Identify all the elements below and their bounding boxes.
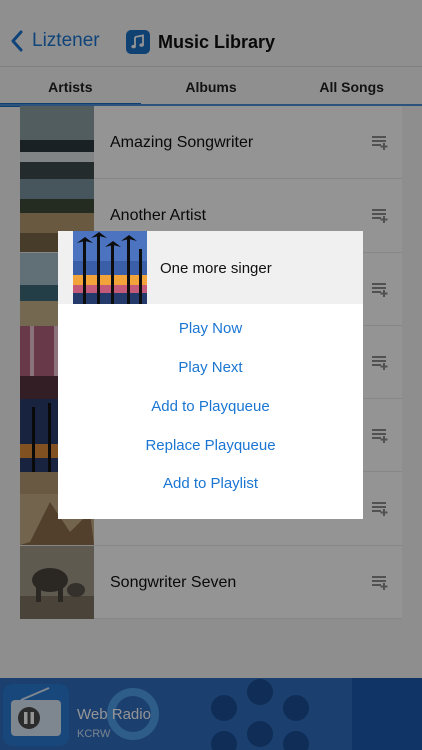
- play-now-button[interactable]: Play Now: [58, 320, 363, 337]
- action-menu-header: One more singer: [58, 231, 363, 304]
- artist-thumbnail: [73, 231, 147, 304]
- add-to-playqueue-button[interactable]: Add to Playqueue: [58, 398, 363, 415]
- action-menu-title: One more singer: [160, 260, 272, 277]
- play-next-button[interactable]: Play Next: [58, 359, 363, 376]
- artist-action-menu: One more singer Play Now Play Next Add t…: [58, 231, 363, 519]
- replace-playqueue-button[interactable]: Replace Playqueue: [58, 437, 363, 454]
- add-to-playlist-button[interactable]: Add to Playlist: [58, 475, 363, 492]
